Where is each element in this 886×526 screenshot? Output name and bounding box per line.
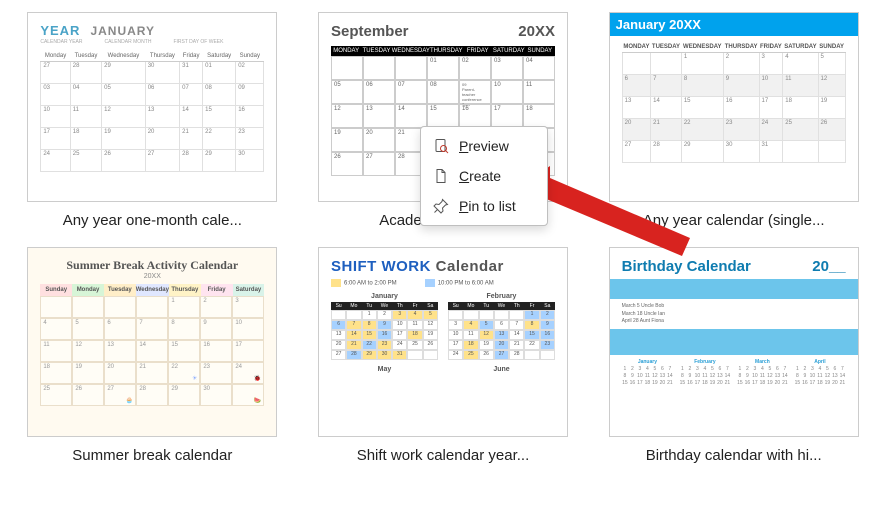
preview-icon	[433, 138, 449, 154]
year-label: YEAR	[40, 23, 80, 38]
create-icon	[433, 168, 449, 184]
menu-item-label: Preview	[459, 138, 509, 154]
template-thumbnail: Birthday Calendar20__ March 5 Uncle Bob …	[609, 247, 859, 437]
template-thumbnail: January 20XX MONDAYTUESDAYWEDNESDAYTHURS…	[609, 12, 859, 202]
template-tile[interactable]: Birthday Calendar20__ March 5 Uncle Bob …	[599, 247, 868, 464]
menu-item-label: Create	[459, 168, 501, 184]
template-tile[interactable]: SHIFT WORK Calendar 6:00 AM to 2:00 PM 1…	[309, 247, 578, 464]
template-tile[interactable]: Summer Break Activity Calendar 20XX Sund…	[18, 247, 287, 464]
template-thumbnail: SHIFT WORK Calendar 6:00 AM to 2:00 PM 1…	[318, 247, 568, 437]
template-tile[interactable]: January 20XX MONDAYTUESDAYWEDNESDAYTHURS…	[599, 12, 868, 229]
template-caption: Shift work calendar year...	[357, 447, 530, 464]
template-caption: Any year calendar (single...	[643, 212, 825, 229]
template-caption: Birthday calendar with hi...	[646, 447, 822, 464]
menu-item-create[interactable]: Create	[421, 161, 547, 191]
menu-item-preview[interactable]: Preview	[421, 131, 547, 161]
template-thumbnail: YEAR JANUARY CALENDAR YEAR CALENDAR MONT…	[27, 12, 277, 202]
template-gallery: YEAR JANUARY CALENDAR YEAR CALENDAR MONT…	[0, 0, 886, 476]
month-label: JANUARY	[90, 24, 155, 38]
template-caption: Summer break calendar	[72, 447, 232, 464]
template-tile[interactable]: YEAR JANUARY CALENDAR YEAR CALENDAR MONT…	[18, 12, 287, 229]
menu-item-label: Pin to list	[459, 198, 516, 214]
context-menu: Preview Create Pin to list	[420, 126, 548, 226]
template-caption: Any year one-month cale...	[63, 212, 242, 229]
menu-item-pin[interactable]: Pin to list	[421, 191, 547, 221]
template-thumbnail: Summer Break Activity Calendar 20XX Sund…	[27, 247, 277, 437]
pin-icon	[433, 198, 449, 214]
